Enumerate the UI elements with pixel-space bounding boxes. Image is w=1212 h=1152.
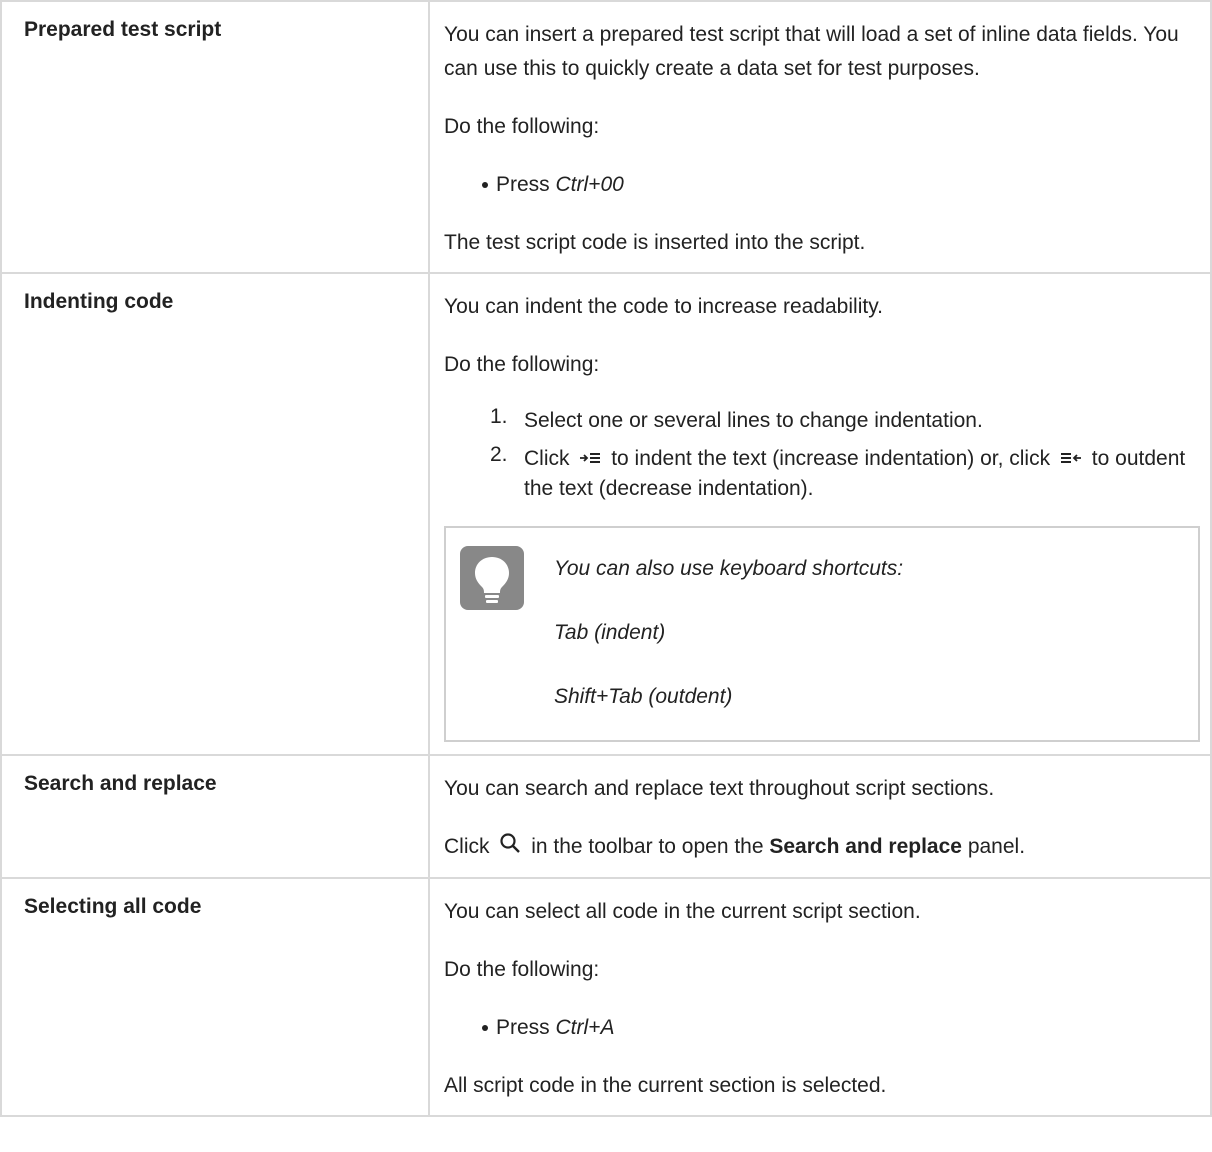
- description-cell: You can select all code in the current s…: [428, 876, 1212, 1117]
- table-row: Selecting all code You can select all co…: [0, 876, 1212, 1117]
- step-text: Press: [496, 1015, 556, 1039]
- list-number: 1.: [490, 405, 508, 428]
- outdent-icon: [1060, 444, 1082, 474]
- click-mid-text: in the toolbar to open the: [531, 835, 764, 859]
- tip-text: You can also use keyboard shortcuts:: [554, 557, 904, 581]
- panel-name: Search and replace: [769, 835, 962, 859]
- tip-box: You can also use keyboard shortcuts: Tab…: [444, 526, 1200, 743]
- table-row: Prepared test script You can insert a pr…: [0, 0, 1212, 274]
- intro-text: You can search and replace text througho…: [444, 777, 995, 801]
- term-indenting-code: Indenting code: [0, 271, 430, 757]
- intro-text: You can indent the code to increase read…: [444, 295, 883, 318]
- list-item: 2. Click to indent the text (increase in…: [444, 443, 1200, 504]
- lightbulb-icon: [460, 546, 524, 611]
- description-cell: You can search and replace text througho…: [428, 754, 1212, 879]
- result-text: The test script code is inserted into th…: [444, 231, 866, 254]
- instruction-text: Do the following:: [444, 353, 600, 376]
- term-search-and-replace: Search and replace: [0, 754, 430, 879]
- description-cell: You can indent the code to increase read…: [428, 271, 1212, 757]
- table-row: Search and replace You can search and re…: [0, 754, 1212, 879]
- list-item: 1. Select one or several lines to change…: [444, 405, 1200, 436]
- search-icon: [499, 831, 521, 865]
- step-text: Press: [496, 173, 556, 196]
- list-item: Press Ctrl+00: [444, 168, 1200, 202]
- instruction-text: Do the following:: [444, 115, 600, 138]
- feature-table: Prepared test script You can insert a pr…: [0, 0, 1212, 1117]
- indent-icon: [579, 444, 601, 474]
- click-text: Click: [444, 835, 490, 859]
- click-instruction: Click in the toolbar to open the Search …: [444, 830, 1200, 864]
- step-text-mid: to indent the text (increase indentation…: [611, 447, 1051, 470]
- list-number: 2.: [490, 443, 508, 466]
- list-item: Press Ctrl+A: [444, 1011, 1200, 1045]
- shortcut-key: Ctrl+00: [555, 173, 624, 196]
- panel-suffix: panel.: [967, 835, 1026, 859]
- result-text: All script code in the current section i…: [444, 1073, 887, 1097]
- instruction-text: Do the following:: [444, 957, 600, 981]
- intro-text: You can select all code in the current s…: [444, 899, 921, 923]
- tip-shortcut: Shift+Tab (outdent): [554, 685, 733, 709]
- tip-shortcut: Tab (indent): [554, 621, 666, 645]
- term-selecting-all-code: Selecting all code: [0, 876, 430, 1117]
- shortcut-key: Ctrl+A: [555, 1015, 615, 1039]
- table-row: Indenting code You can indent the code t…: [0, 271, 1212, 757]
- step-text-pre: Click: [524, 447, 570, 470]
- term-prepared-test-script: Prepared test script: [0, 0, 430, 274]
- step-text: Select one or several lines to change in…: [524, 409, 983, 432]
- intro-text: You can insert a prepared test script th…: [444, 23, 1179, 80]
- description-cell: You can insert a prepared test script th…: [428, 0, 1212, 274]
